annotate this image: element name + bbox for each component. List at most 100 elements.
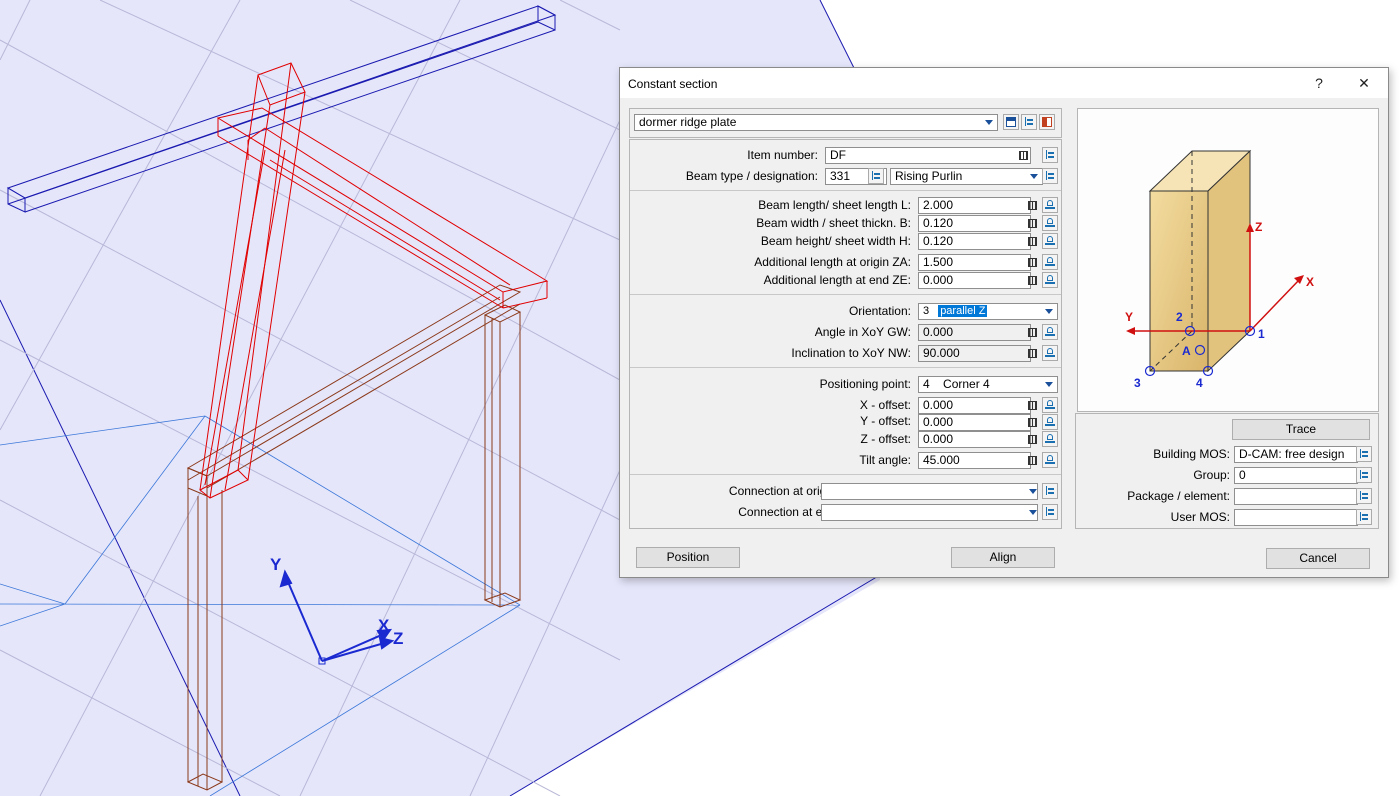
template-dropdown-icon[interactable]	[982, 115, 996, 130]
measure-icon[interactable]	[1042, 272, 1058, 288]
title-bar[interactable]: Constant section ? ✕	[620, 68, 1388, 98]
building-mos-field[interactable]: D-CAM: free design	[1234, 446, 1358, 463]
measure-icon[interactable]	[1042, 397, 1058, 413]
beam-height-label: Beam height/ sheet width H:	[760, 234, 911, 248]
calculator-icon[interactable]	[1024, 324, 1040, 340]
connection-end-dropdown-icon[interactable]	[1026, 505, 1040, 520]
beam-type-tree-icon[interactable]	[868, 168, 884, 184]
x-offset-field[interactable]: 0.000	[918, 397, 1031, 414]
calculator-icon[interactable]	[1024, 215, 1040, 231]
position-button[interactable]: Position	[636, 547, 740, 568]
mos-panel: Trace Building MOS: D-CAM: free design G…	[1075, 413, 1379, 529]
measure-icon[interactable]	[1042, 431, 1058, 447]
preview-a-label: A	[1182, 344, 1191, 358]
user-mos-label: User MOS:	[1170, 510, 1230, 524]
constant-section-dialog: Constant section ? ✕ dormer ridge plate …	[619, 67, 1389, 578]
orientation-value: parallel Z	[938, 305, 988, 317]
user-mos-tree-icon[interactable]	[1356, 509, 1372, 525]
axis-y-label: Y	[270, 555, 282, 574]
help-button[interactable]: ?	[1297, 68, 1341, 98]
separator	[630, 294, 1061, 295]
inclination-label: Inclination to XoY NW:	[791, 346, 911, 360]
designation-tree-icon[interactable]	[1042, 168, 1058, 184]
calculator-icon[interactable]	[1024, 197, 1040, 213]
beam-width-label: Beam width / sheet thickn. B:	[756, 216, 911, 230]
cancel-button[interactable]: Cancel	[1266, 548, 1370, 569]
trace-button[interactable]: Trace	[1232, 419, 1370, 440]
preview-z-label: Z	[1255, 220, 1262, 234]
orientation-dropdown-icon[interactable]	[1042, 304, 1056, 319]
tree-icon[interactable]	[1021, 114, 1037, 130]
positioning-point-select[interactable]: 4 Corner 4	[918, 376, 1058, 393]
measure-icon[interactable]	[1042, 324, 1058, 340]
separator	[630, 474, 1061, 475]
package-element-field[interactable]	[1234, 488, 1358, 505]
tilt-angle-field[interactable]: 45.000	[918, 452, 1031, 469]
package-element-tree-icon[interactable]	[1356, 488, 1372, 504]
separator	[630, 190, 1061, 191]
measure-icon[interactable]	[1042, 215, 1058, 231]
calculator-icon[interactable]	[1024, 452, 1040, 468]
y-offset-field[interactable]: 0.000	[918, 414, 1031, 431]
designation-dropdown-icon[interactable]	[1027, 169, 1041, 184]
orientation-select[interactable]: 3 parallel Z	[918, 303, 1058, 320]
calculator-icon[interactable]	[1024, 345, 1040, 361]
export-icon[interactable]	[1039, 114, 1055, 130]
parameters-panel: Item number: DF Beam type / designation:…	[629, 139, 1062, 529]
measure-icon[interactable]	[1042, 345, 1058, 361]
connection-origin-select[interactable]	[821, 483, 1038, 500]
measure-icon[interactable]	[1042, 414, 1058, 430]
building-mos-tree-icon[interactable]	[1356, 446, 1372, 462]
item-number-tree-icon[interactable]	[1042, 147, 1058, 163]
calculator-icon[interactable]	[1024, 397, 1040, 413]
orientation-label: Orientation:	[848, 304, 911, 318]
group-tree-icon[interactable]	[1356, 467, 1372, 483]
measure-icon[interactable]	[1042, 233, 1058, 249]
beam-length-field[interactable]: 2.000	[918, 197, 1031, 214]
beam-height-field[interactable]: 0.120	[918, 233, 1031, 250]
calculator-icon[interactable]	[1015, 147, 1031, 163]
item-number-field[interactable]: DF	[825, 147, 1031, 164]
preview-x-label: X	[1306, 275, 1314, 289]
template-group: dormer ridge plate	[629, 108, 1062, 138]
close-button[interactable]: ✕	[1342, 68, 1386, 98]
axis-z-label: Z	[393, 629, 403, 648]
add-length-origin-field[interactable]: 1.500	[918, 254, 1031, 271]
calculator-icon[interactable]	[1024, 233, 1040, 249]
template-select[interactable]: dormer ridge plate	[634, 114, 998, 131]
preview-point-4-label: 4	[1196, 376, 1203, 390]
inclination-field[interactable]: 90.000	[918, 345, 1031, 362]
preview-y-label: Y	[1125, 310, 1133, 324]
calculator-icon[interactable]	[1024, 272, 1040, 288]
connection-origin-dropdown-icon[interactable]	[1026, 484, 1040, 499]
dialog-title: Constant section	[628, 77, 718, 91]
user-mos-field[interactable]	[1234, 509, 1358, 526]
tilt-angle-label: Tilt angle:	[859, 453, 911, 467]
connection-end-tree-icon[interactable]	[1042, 504, 1058, 520]
group-field[interactable]: 0	[1234, 467, 1358, 484]
beam-preview-image: Z X Y A 1 2 3 4	[1077, 108, 1379, 412]
beam-designation-select[interactable]: Rising Purlin	[890, 168, 1043, 185]
angle-xoy-label: Angle in XoY GW:	[814, 325, 911, 339]
positioning-dropdown-icon[interactable]	[1042, 377, 1056, 392]
calculator-icon[interactable]	[1024, 414, 1040, 430]
connection-end-select[interactable]	[821, 504, 1038, 521]
beam-type-label: Beam type / designation:	[685, 169, 818, 183]
calculator-icon[interactable]	[1024, 254, 1040, 270]
x-offset-label: X - offset:	[859, 398, 911, 412]
axis-x-label: X	[378, 616, 390, 635]
measure-icon[interactable]	[1042, 197, 1058, 213]
angle-xoy-field[interactable]: 0.000	[918, 324, 1031, 341]
preview-point-1-label: 1	[1258, 327, 1265, 341]
connection-origin-tree-icon[interactable]	[1042, 483, 1058, 499]
beam-width-field[interactable]: 0.120	[918, 215, 1031, 232]
add-length-end-field[interactable]: 0.000	[918, 272, 1031, 289]
preview-point-2-label: 2	[1176, 310, 1183, 324]
calculator-icon[interactable]	[1024, 431, 1040, 447]
z-offset-field[interactable]: 0.000	[918, 431, 1031, 448]
building-mos-label: Building MOS:	[1153, 447, 1230, 461]
measure-icon[interactable]	[1042, 452, 1058, 468]
measure-icon[interactable]	[1042, 254, 1058, 270]
align-button[interactable]: Align	[951, 547, 1055, 568]
save-icon[interactable]	[1003, 114, 1019, 130]
